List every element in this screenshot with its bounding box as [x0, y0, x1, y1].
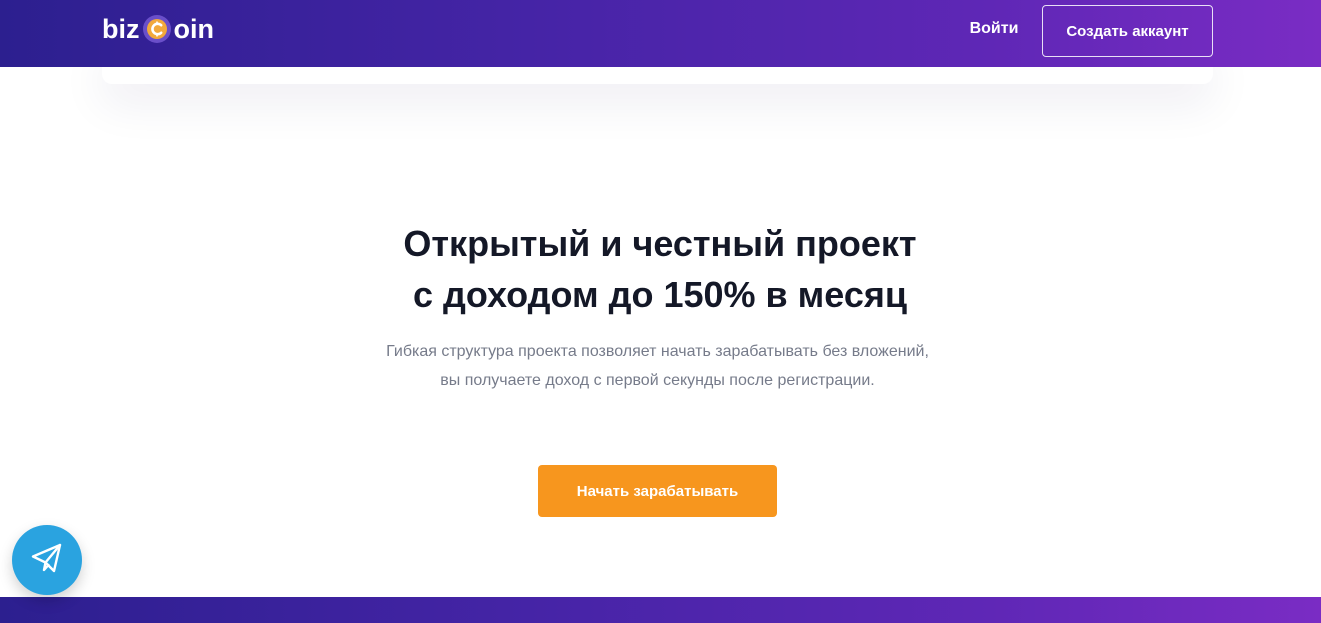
- hero-title-line2: с доходом до 150% в месяц: [413, 274, 907, 315]
- telegram-paper-plane-icon: [29, 540, 65, 581]
- bizcoin-logo[interactable]: biz oin: [102, 12, 214, 46]
- coin-c-icon: [142, 14, 172, 44]
- logo-text-prefix: biz: [102, 13, 140, 44]
- hero-title: Открытый и честный проект с доходом до 1…: [310, 218, 1010, 320]
- next-section-band: [0, 597, 1321, 623]
- hero-description: Гибкая структура проекта позволяет начат…: [386, 343, 929, 389]
- logo-text-suffix: oin: [173, 13, 215, 44]
- start-earning-button[interactable]: Начать зарабатывать: [538, 465, 777, 517]
- create-account-button[interactable]: Создать аккаунт: [1042, 5, 1213, 57]
- top-navbar: biz oin Войти Создать аккаунт: [0, 0, 1321, 67]
- hero-title-line1: Открытый и честный проект: [403, 223, 917, 264]
- login-link[interactable]: Войти: [956, 20, 1032, 42]
- telegram-chat-button[interactable]: [12, 525, 82, 595]
